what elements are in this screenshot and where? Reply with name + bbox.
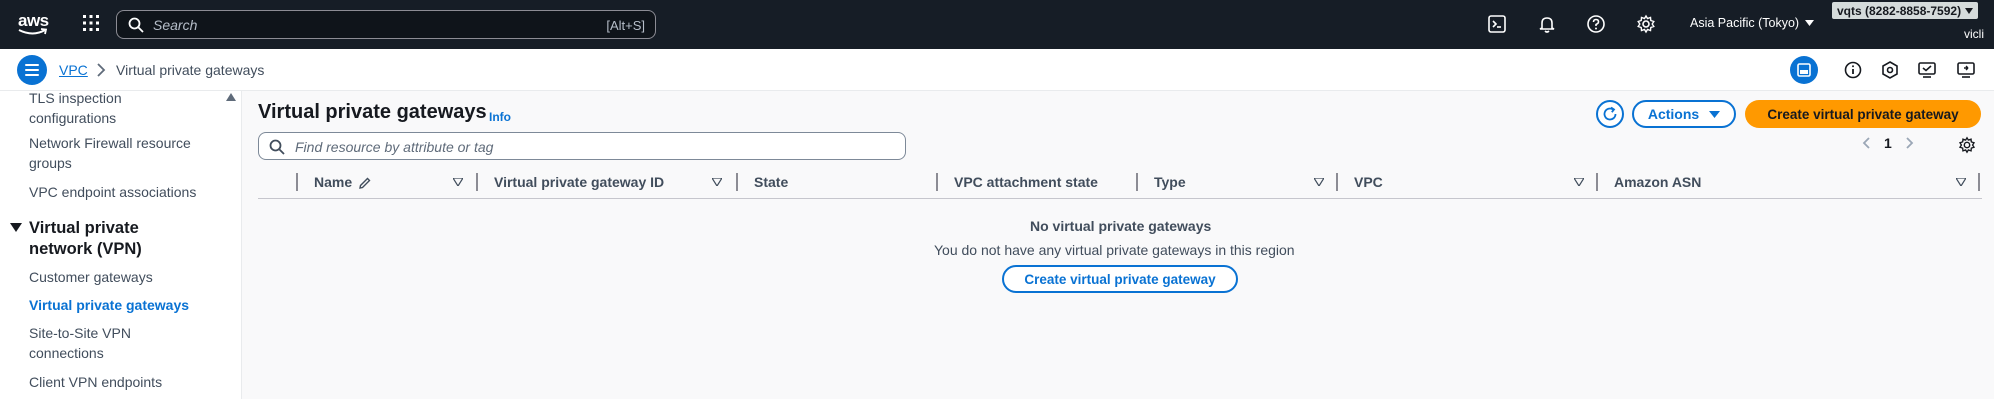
info-link[interactable]: Info — [489, 110, 511, 124]
chevron-down-icon — [1805, 20, 1815, 26]
scroll-up-arrow[interactable] — [226, 93, 236, 101]
page-number[interactable]: 1 — [1884, 135, 1892, 151]
pagination: 1 — [1862, 135, 1914, 151]
filter-input[interactable]: Find resource by attribute or tag — [258, 132, 906, 160]
column-header-vpc[interactable]: VPC — [1354, 174, 1383, 190]
page-title: Virtual private gateways — [258, 101, 487, 123]
info-panel-icon[interactable] — [1843, 60, 1863, 80]
column-divider — [936, 173, 938, 191]
empty-state-description: You do not have any virtual private gate… — [934, 242, 1295, 258]
chevron-right-icon[interactable] — [1906, 137, 1914, 149]
chevron-down-icon — [1965, 7, 1974, 14]
column-divider — [476, 173, 478, 191]
search-shortcut: [Alt+S] — [606, 18, 645, 33]
cloudshell-icon[interactable] — [1487, 14, 1507, 34]
sort-caret-icon[interactable] — [453, 178, 463, 186]
chevron-right-icon — [97, 63, 106, 77]
region-selector[interactable]: Asia Pacific (Tokyo) — [1690, 16, 1815, 30]
sort-caret-icon[interactable] — [1956, 178, 1966, 186]
table-header: Name Virtual private gateway ID State VP… — [258, 171, 1982, 199]
help-icon[interactable] — [1586, 14, 1606, 34]
sidebar-section-vpn[interactable]: Virtual private network (VPN) — [29, 218, 169, 260]
region-label: Asia Pacific (Tokyo) — [1690, 16, 1800, 30]
breadcrumb-current: Virtual private gateways — [116, 62, 265, 78]
sidebar-item-virtual-private-gateways[interactable]: Virtual private gateways — [29, 295, 189, 315]
breadcrumb-vpc[interactable]: VPC — [59, 62, 88, 78]
preferences-gear-icon[interactable] — [1958, 136, 1976, 154]
search-icon — [128, 17, 144, 33]
create-gateway-button[interactable]: Create virtual private gateway — [1745, 100, 1981, 128]
services-grid-icon[interactable] — [82, 14, 100, 32]
top-navigation: aws Search [Alt+S] Asia Pacific (Tokyo) … — [0, 0, 1994, 49]
column-header-name[interactable]: Name — [314, 174, 352, 190]
column-header-gateway-id[interactable]: Virtual private gateway ID — [494, 174, 664, 190]
sidebar-item-site-to-site-vpn[interactable]: Site-to-Site VPN connections — [29, 323, 159, 363]
search-placeholder: Search — [153, 17, 198, 33]
aws-logo[interactable]: aws — [16, 10, 50, 38]
sidebar-item-vpc-endpoint-associations[interactable]: VPC endpoint associations — [29, 182, 196, 202]
sort-caret-icon[interactable] — [1314, 178, 1324, 186]
aws-smile-icon — [18, 28, 48, 35]
column-divider — [1596, 173, 1598, 191]
breadcrumb-bar: VPC Virtual private gateways — [0, 49, 1994, 91]
refresh-button[interactable] — [1596, 100, 1624, 128]
column-header-vpc-attachment-state[interactable]: VPC attachment state — [954, 174, 1098, 190]
global-search-input[interactable]: Search [Alt+S] — [116, 10, 656, 39]
refresh-icon — [1603, 106, 1617, 121]
sidebar-item-network-firewall-resource-groups[interactable]: Network Firewall resource groups — [29, 133, 199, 173]
empty-state-create-button[interactable]: Create virtual private gateway — [1002, 265, 1238, 293]
sidebar-item-customer-gateways[interactable]: Customer gateways — [29, 267, 153, 287]
column-divider — [1978, 173, 1980, 191]
bell-icon[interactable] — [1537, 14, 1557, 34]
column-divider — [296, 173, 298, 191]
menu-icon — [25, 64, 39, 66]
caret-down-icon — [1709, 110, 1721, 118]
sidebar-item-tls-inspection[interactable]: TLS inspection configurations — [29, 91, 189, 128]
column-header-state[interactable]: State — [754, 174, 788, 190]
gear-icon[interactable] — [1636, 14, 1656, 34]
account-label: vqts (8282-8858-7592) — [1837, 3, 1962, 18]
column-divider — [736, 173, 738, 191]
column-header-type[interactable]: Type — [1154, 174, 1186, 190]
filter-placeholder: Find resource by attribute or tag — [295, 139, 494, 155]
sort-caret-icon[interactable] — [712, 178, 722, 186]
feedback-panel-icon[interactable] — [1917, 60, 1937, 80]
side-navigation-toggle[interactable] — [17, 55, 47, 85]
sort-caret-icon[interactable] — [1574, 178, 1584, 186]
security-panel-icon[interactable] — [1880, 60, 1900, 80]
user-label: vicli — [1964, 27, 1984, 41]
search-icon — [269, 139, 285, 155]
pencil-icon — [359, 177, 371, 189]
actions-label: Actions — [1647, 106, 1700, 122]
caret-down-icon[interactable] — [10, 223, 22, 233]
column-divider — [1136, 173, 1138, 191]
actions-button[interactable]: Actions — [1632, 100, 1736, 128]
empty-state-title: No virtual private gateways — [1030, 218, 1212, 234]
display-panel-icon[interactable] — [1956, 60, 1976, 80]
side-navigation: TLS inspection configurations Network Fi… — [0, 91, 242, 399]
account-menu[interactable]: vqts (8282-8858-7592) — [1832, 2, 1979, 19]
column-header-amazon-asn[interactable]: Amazon ASN — [1614, 174, 1701, 190]
chevron-left-icon[interactable] — [1862, 137, 1870, 149]
split-panel-icon — [1797, 63, 1811, 77]
column-divider — [1336, 173, 1338, 191]
split-panel-toggle[interactable] — [1790, 56, 1818, 84]
sidebar-item-client-vpn-endpoints[interactable]: Client VPN endpoints — [29, 372, 162, 392]
